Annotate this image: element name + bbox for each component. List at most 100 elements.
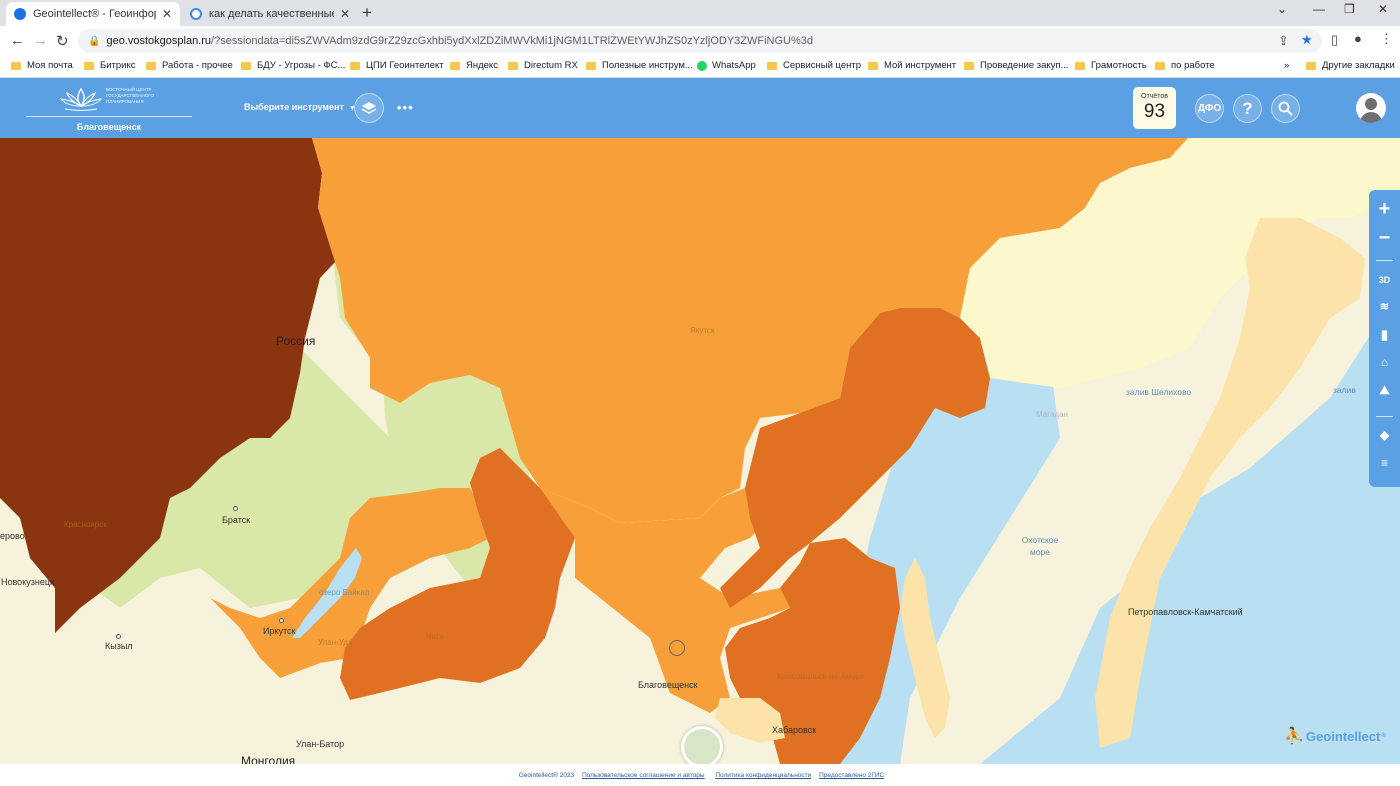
label-komsomolsk: Комсомольск-на-Амуре [777, 672, 865, 681]
map-tools-panel: + − 3D ≋ ▮ ⌂ ⛰ ◆ ≡ [1369, 190, 1400, 487]
factory-icon[interactable]: ⌂ [1369, 355, 1400, 369]
label-kemerovo: ерово [0, 531, 25, 541]
folder-icon [1306, 61, 1316, 70]
label-khabarovsk: Хабаровск [772, 725, 817, 735]
bookmark-item[interactable]: Работа - прочее [146, 60, 233, 71]
avatar-body [1360, 112, 1382, 123]
new-tab-button[interactable]: + [362, 3, 372, 23]
label-ulanbator: Улан-Батор [296, 739, 345, 749]
bookmarks-bar: Моя почта Битрикс Работа - прочее БДУ - … [0, 56, 1400, 78]
footer-provider-link[interactable]: Предоставлено 2ГИС [819, 772, 884, 779]
folder-icon [241, 61, 251, 70]
bookmark-item[interactable]: WhatsApp [697, 60, 756, 71]
label-blagoveshchensk: Благовещенск [638, 680, 698, 690]
close-tab-icon[interactable]: ✕ [340, 7, 350, 21]
reports-label: Отчётов [1141, 93, 1168, 100]
footer-copyright: Geointellect® 2023 Пользовательское согл… [518, 772, 705, 779]
bookmark-item[interactable]: Грамотность [1075, 60, 1147, 71]
more-options-button[interactable]: ••• [397, 100, 414, 115]
tab-search-icon[interactable]: ⌄ [1277, 2, 1287, 16]
share-icon[interactable]: ⇪ [1278, 33, 1289, 49]
bookmark-item[interactable]: БДУ - Угрозы - ФС... [241, 60, 345, 71]
bookmark-item[interactable]: Моя почта [11, 60, 73, 71]
folder-icon [586, 61, 596, 70]
reports-counter[interactable]: Отчётов 93 [1133, 87, 1176, 129]
label-russia: Россия [276, 334, 316, 348]
restore-icon[interactable]: ❐ [1344, 2, 1355, 16]
bookmark-item[interactable]: Directum RX [508, 60, 578, 71]
layers-stack-icon[interactable]: ≡ [1369, 456, 1400, 470]
bookmark-item[interactable]: Битрикс [84, 60, 136, 71]
browser-tab-search[interactable]: как делать качественные сним ✕ [182, 2, 358, 26]
address-bar[interactable]: 🔒 geo.vostokgosplan.ru/?sessiondata=di5s… [78, 29, 1322, 53]
layers-icon [361, 102, 377, 114]
help-button[interactable]: ? [1233, 94, 1262, 123]
bookmark-item[interactable]: Сервисный центр [767, 60, 861, 71]
zoom-out-button[interactable]: − [1369, 227, 1400, 250]
lock-icon: 🔒 [88, 35, 101, 47]
back-icon[interactable]: ← [10, 32, 25, 49]
city-dot [279, 618, 284, 623]
label-irkutsk: Иркутск [263, 626, 296, 636]
bookmark-star-icon[interactable]: ★ [1301, 32, 1313, 48]
label-ulan-ude: Улан-Удэ [318, 638, 353, 647]
label-novokuznetsk: Новокузнецк [1, 577, 54, 587]
url-host: geo.vostokgosplan.ru [106, 35, 212, 47]
bookmark-item[interactable]: Полезные инструм... [586, 60, 693, 71]
search-button[interactable] [1271, 94, 1300, 123]
close-tab-icon[interactable]: ✕ [162, 7, 172, 21]
folder-icon [1155, 61, 1165, 70]
traffic-light-icon[interactable]: ▮ [1369, 327, 1400, 343]
label-kyzyl: Кызыл [105, 641, 133, 651]
other-bookmarks[interactable]: Другие закладки [1306, 60, 1395, 71]
zoom-in-button[interactable]: + [1369, 198, 1400, 221]
menu-kebab-icon[interactable]: ⋮ [1380, 31, 1393, 47]
basemap-switcher[interactable] [681, 726, 723, 764]
mode-3d-button[interactable]: 3D [1369, 275, 1400, 285]
bookmark-item[interactable]: Яндекс [450, 60, 498, 71]
reload-icon[interactable]: ↻ [56, 32, 69, 50]
logo-divider [26, 116, 192, 117]
label-okhotsk-sea: Охотское море [1021, 535, 1059, 557]
tab-title: Geointellect® - Геоинформаци [33, 8, 156, 20]
footer-terms-link[interactable]: Пользовательское соглашение и авторы [582, 772, 705, 779]
eraser-icon[interactable]: ◆ [1369, 428, 1400, 442]
profile-icon[interactable]: ● [1354, 31, 1362, 46]
bookmark-item[interactable]: ЦПИ Геоинтелект [350, 60, 444, 71]
bookmark-item[interactable]: по работе [1155, 60, 1215, 71]
forward-icon[interactable]: → [33, 32, 48, 49]
avatar-head [1365, 98, 1377, 110]
city-dot [116, 634, 121, 639]
region-button[interactable]: ДФО [1195, 94, 1224, 123]
lotus-logo-icon [59, 87, 103, 111]
whatsapp-icon [697, 60, 707, 71]
label-magadan: Магадан [1036, 410, 1068, 419]
label-mongolia: Монголия [241, 754, 296, 764]
folder-icon [964, 61, 974, 70]
footer-privacy-link[interactable]: Политика конфиденциальности [715, 772, 811, 779]
current-city[interactable]: Благовещенск [26, 122, 192, 132]
chart-area-icon[interactable]: ⛰ [1369, 383, 1400, 398]
label-krasnoyarsk: Красноярск [64, 520, 107, 529]
user-avatar[interactable] [1356, 93, 1386, 123]
bookmark-item[interactable]: Мой инструмент [868, 60, 956, 71]
globe-icon [14, 8, 26, 20]
close-window-icon[interactable]: ✕ [1378, 2, 1388, 16]
layers-button[interactable] [354, 93, 384, 123]
bookmark-item[interactable]: Проведение закуп... [964, 60, 1068, 71]
bookmarks-overflow-button[interactable]: » [1284, 60, 1289, 71]
browser-tab-geointellect[interactable]: Geointellect® - Геоинформаци ✕ [6, 2, 180, 26]
label-chita: Чита [426, 632, 444, 641]
folder-icon [868, 61, 878, 70]
choropleth-map [0, 138, 1400, 764]
divider [1376, 260, 1393, 261]
side-panel-icon[interactable]: ▯ [1331, 32, 1338, 48]
folder-icon [11, 61, 21, 70]
wind-layer-icon[interactable]: ≋ [1369, 300, 1400, 313]
logo[interactable]: ВОСТОЧНЫЙ ЦЕНТР ГОСУДАРСТВЕННОГО ПЛАНИРО… [26, 84, 192, 134]
label-zaliv: залив [1333, 385, 1356, 395]
tool-select[interactable]: Выберите инструмент ▼ [244, 102, 356, 112]
folder-icon [767, 61, 777, 70]
minimize-icon[interactable]: — [1313, 2, 1325, 16]
map-canvas[interactable]: Россия Монголия Братск Иркутск Новокузне… [0, 138, 1400, 764]
